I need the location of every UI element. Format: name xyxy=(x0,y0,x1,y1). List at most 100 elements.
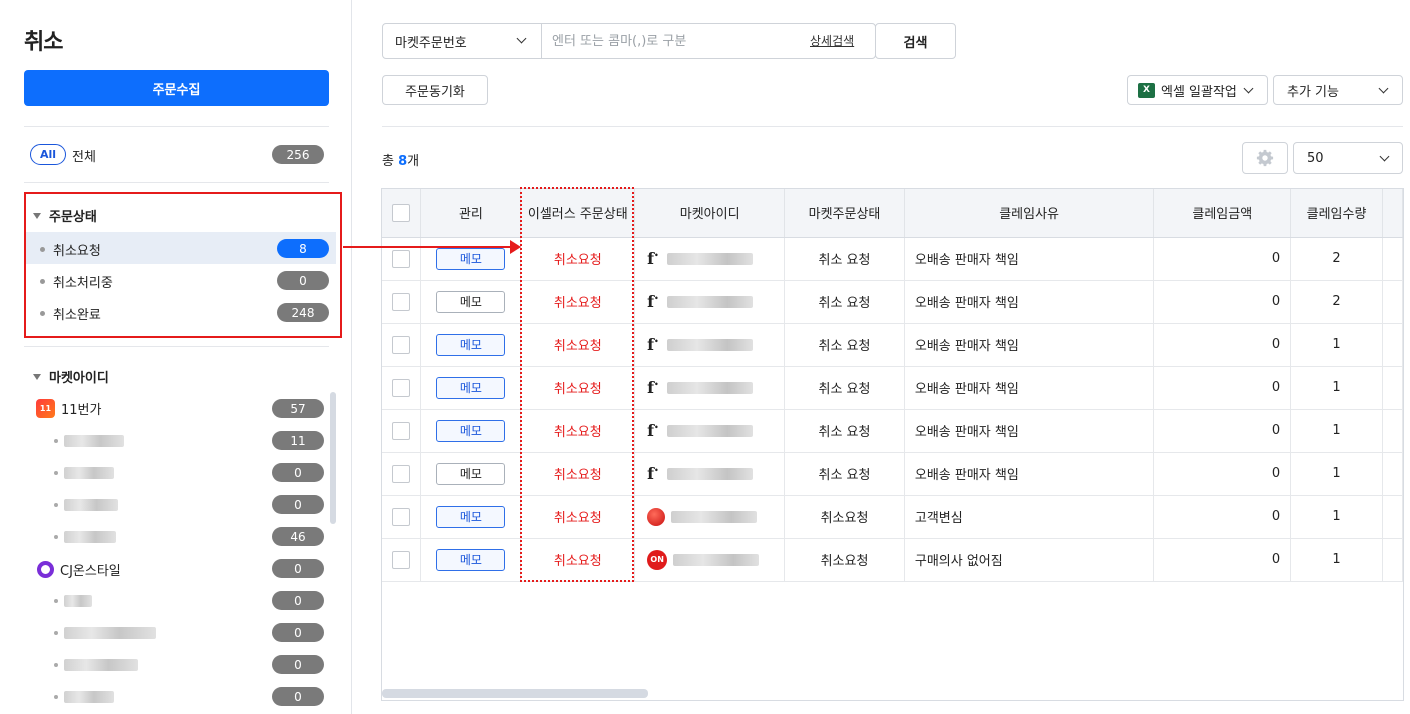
total-count: 총 8개 xyxy=(382,154,420,169)
column-header[interactable]: 클레임사유 xyxy=(904,189,1155,238)
status-item-label: 취소처리중 xyxy=(53,276,113,291)
row-checkbox[interactable] xyxy=(392,335,411,354)
blurred-account-id[interactable] xyxy=(64,467,114,479)
memo-button[interactable]: 메모 xyxy=(436,505,506,528)
all-filter-label[interactable]: 전체 xyxy=(72,146,96,165)
account-count-badge: 0 xyxy=(272,463,324,482)
market-id-cell: f• xyxy=(634,237,786,281)
row-checkbox[interactable] xyxy=(392,292,411,311)
row-checkbox[interactable] xyxy=(392,507,411,526)
blurred-market-id xyxy=(667,252,754,265)
market-f-logo-icon: f• xyxy=(647,249,659,268)
market-status-cell: 취소요청 xyxy=(784,495,905,539)
blurred-account-id[interactable] xyxy=(64,691,114,703)
search-button[interactable]: 검색 xyxy=(875,23,956,59)
bullet-icon xyxy=(40,247,45,252)
status-item-cancel-processing[interactable]: 취소처리중 xyxy=(40,272,113,291)
market-id-cell: f• xyxy=(634,366,786,410)
row-checkbox[interactable] xyxy=(392,550,411,569)
blurred-market-id xyxy=(667,295,754,308)
column-header[interactable]: 마켓주문상태 xyxy=(784,189,905,238)
memo-button[interactable]: 메모 xyxy=(436,376,506,399)
status-count-badge: 8 xyxy=(277,239,329,258)
all-filter-pill[interactable]: All xyxy=(30,144,66,165)
memo-button[interactable]: 메모 xyxy=(436,462,506,485)
order-status-section-toggle[interactable]: 주문상태 xyxy=(33,206,97,225)
row-checkbox[interactable] xyxy=(392,421,411,440)
blurred-account-id[interactable] xyxy=(64,499,118,511)
memo-button[interactable]: 메모 xyxy=(436,247,506,270)
arrow-head-icon xyxy=(510,240,521,254)
search-type-select[interactable]: 마켓주문번호 xyxy=(382,23,542,59)
bullet-icon xyxy=(54,599,58,603)
manage-cell: 메모 xyxy=(420,452,522,496)
blurred-account-id[interactable] xyxy=(64,627,156,639)
blurred-account-id[interactable] xyxy=(64,435,124,447)
market-status-cell: 취소 요청 xyxy=(784,452,905,496)
caret-down-icon xyxy=(33,373,41,380)
column-header[interactable]: 클레임금액 xyxy=(1153,189,1292,238)
blurred-account-id[interactable] xyxy=(64,595,92,607)
more-features-button[interactable]: 추가 기능 xyxy=(1273,75,1403,105)
search-input[interactable]: 엔터 또는 콤마(,)로 구분 xyxy=(552,30,686,49)
memo-button[interactable]: 메모 xyxy=(436,333,506,356)
column-header[interactable]: 클레임수량 xyxy=(1290,189,1383,238)
market-status-cell: 취소요청 xyxy=(784,538,905,582)
account-count-badge: 11 xyxy=(272,431,324,450)
row-checkbox[interactable] xyxy=(392,378,411,397)
collect-orders-button[interactable]: 주문수집 xyxy=(24,70,329,106)
claim-qty-cell: 2 xyxy=(1290,237,1383,281)
market-id-cell: f• xyxy=(634,409,786,453)
extra-cell xyxy=(1382,323,1404,367)
market-id-section-toggle[interactable]: 마켓아이디 xyxy=(33,367,109,386)
column-header[interactable]: 관리 xyxy=(420,189,522,238)
memo-button[interactable]: 메모 xyxy=(436,290,506,313)
extra-cell xyxy=(1382,409,1404,453)
market-on-logo-icon: ON xyxy=(647,549,668,570)
market-id-cell: ON xyxy=(634,538,786,582)
sync-orders-button[interactable]: 주문동기화 xyxy=(382,75,488,105)
table-horizontal-scrollbar[interactable] xyxy=(382,689,648,698)
market-name: CJ온스타일 xyxy=(60,564,121,579)
sidebar-scrollbar[interactable] xyxy=(330,392,336,524)
column-settings-button[interactable] xyxy=(1242,142,1288,174)
memo-button[interactable]: 메모 xyxy=(436,548,506,571)
market-f-logo-icon: f• xyxy=(647,421,659,440)
claim-qty-cell: 1 xyxy=(1290,409,1383,453)
advanced-search-link[interactable]: 상세검색 xyxy=(810,32,854,49)
column-header[interactable]: 마켓아이디 xyxy=(634,189,786,238)
market-id-cell: f• xyxy=(634,323,786,367)
row-checkbox[interactable] xyxy=(392,464,411,483)
bullet-icon xyxy=(54,503,58,507)
row-select-cell xyxy=(382,280,422,324)
excel-bulk-button[interactable]: X 엑셀 일괄작업 xyxy=(1127,75,1268,105)
blurred-market-id xyxy=(667,338,754,351)
status-column-highlight xyxy=(520,187,634,582)
row-checkbox[interactable] xyxy=(392,249,411,268)
market-item-cj-onstyle[interactable]: CJ온스타일 xyxy=(36,560,121,579)
gear-icon xyxy=(1256,149,1274,167)
market-status-cell: 취소 요청 xyxy=(784,237,905,281)
bullet-icon xyxy=(54,695,58,699)
claim-qty-cell: 1 xyxy=(1290,495,1383,539)
memo-button[interactable]: 메모 xyxy=(436,419,506,442)
market-item-11st[interactable]: 11 11번가 xyxy=(36,399,101,418)
claim-amount-cell: 0 xyxy=(1153,280,1292,324)
account-count-badge: 46 xyxy=(272,527,324,546)
status-item-cancel-requested[interactable]: 취소요청 xyxy=(40,240,101,259)
blurred-account-id[interactable] xyxy=(64,659,138,671)
select-all-cell xyxy=(382,189,422,238)
market-count-badge: 0 xyxy=(272,559,324,578)
bullet-icon xyxy=(54,471,58,475)
market-status-cell: 취소 요청 xyxy=(784,323,905,367)
account-count-badge: 0 xyxy=(272,623,324,642)
manage-cell: 메모 xyxy=(420,237,522,281)
status-item-label: 취소완료 xyxy=(53,308,101,323)
page-size-select[interactable]: 50 xyxy=(1293,142,1403,174)
market-id-cell: f• xyxy=(634,452,786,496)
claim-qty-cell: 1 xyxy=(1290,366,1383,410)
status-item-cancel-complete[interactable]: 취소완료 xyxy=(40,304,101,323)
blurred-account-id[interactable] xyxy=(64,531,116,543)
claim-reason-cell: 오배송 판매자 책임 xyxy=(904,280,1155,324)
select-all-checkbox[interactable] xyxy=(392,203,411,222)
